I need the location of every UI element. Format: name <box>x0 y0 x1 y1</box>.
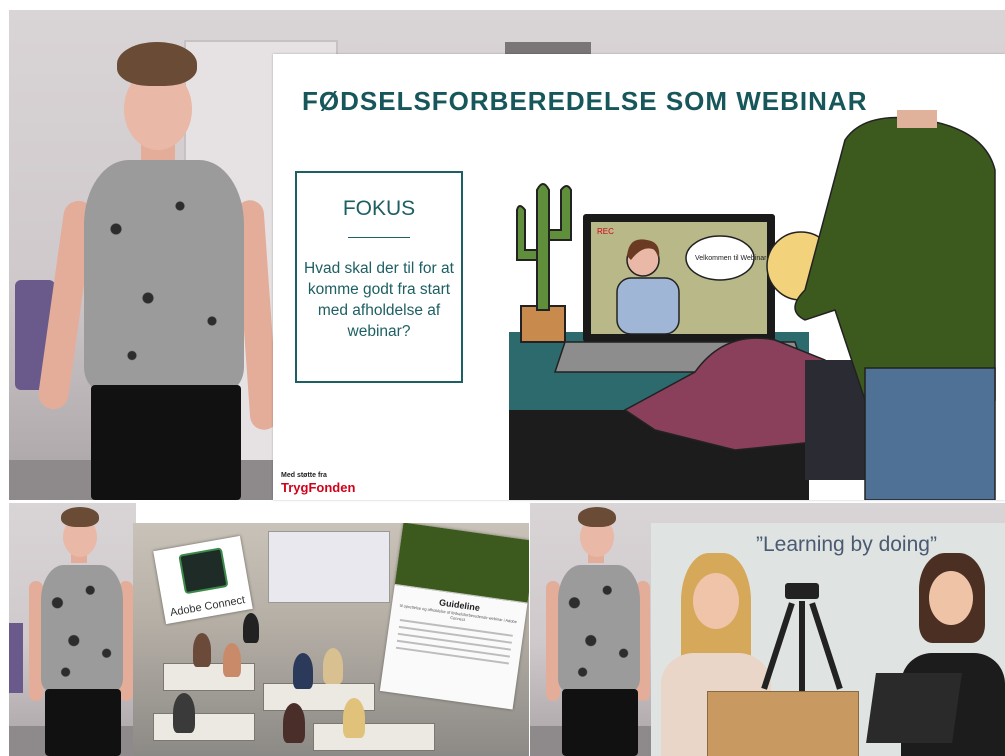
phone <box>785 583 819 599</box>
support-label: Med støtte fra <box>281 472 327 479</box>
man-torso <box>794 116 996 401</box>
presenter <box>538 503 655 756</box>
presenter-hair <box>578 507 616 527</box>
laptop <box>866 673 962 743</box>
attendee <box>283 703 305 743</box>
presenter-trousers <box>562 689 638 756</box>
tripod-leg <box>761 602 795 690</box>
focus-question: Hvad skal der til for at komme godt fra … <box>304 260 454 340</box>
bottom-right-video-frame: ”Learning by doing” <box>530 503 1005 756</box>
projection-screen <box>268 531 390 603</box>
speech-bubble-text: Velkommen til Webinaret <box>695 255 772 262</box>
attendee <box>323 648 343 684</box>
man-neck <box>897 110 937 128</box>
focus-divider <box>348 237 410 238</box>
participant-right-face <box>929 571 973 625</box>
screen-presenter-body <box>616 277 680 335</box>
learning-by-doing-photo: ”Learning by doing” <box>651 523 1005 756</box>
presenter <box>19 503 136 756</box>
participant-left-face <box>693 573 739 629</box>
presenter-leopard-top <box>558 565 640 691</box>
trygfonden-logo: TrygFonden <box>281 480 356 495</box>
attendee <box>173 693 195 733</box>
presenter-trousers <box>91 385 241 500</box>
guideline-document: Guideline til oprettelse og afholdelse a… <box>379 523 529 710</box>
tripod-leg <box>809 602 843 690</box>
attendee <box>293 653 313 689</box>
adobe-connect-label: Adobe Connect <box>169 594 246 620</box>
webinar-illustration: REC Velkommen til Webinaret <box>509 110 996 500</box>
attendee <box>243 613 259 643</box>
desk <box>313 723 435 751</box>
bottom-left-video-frame <box>9 503 136 756</box>
cactus <box>516 183 572 311</box>
presenter-leopard-top <box>41 565 123 691</box>
adobe-connect-card: Adobe Connect <box>153 535 253 625</box>
attendee <box>193 633 211 667</box>
rec-label: REC <box>597 227 614 236</box>
background-picture-frame <box>505 42 591 54</box>
presenter-leopard-top <box>84 160 244 390</box>
presentation-slide: FØDSELSFORBEREDELSE SOM WEBINAR FOKUS Hv… <box>273 54 1005 500</box>
cactus-pot <box>520 305 566 343</box>
tripod-phone <box>761 583 843 703</box>
adobe-connect-icon <box>178 547 229 595</box>
cardboard-box <box>707 691 859 756</box>
desk <box>153 713 255 741</box>
focus-box: FOKUS Hvad skal der til for at komme god… <box>295 171 463 383</box>
man-jeans <box>864 367 996 500</box>
presenter-hair <box>61 507 99 527</box>
presenter-hair <box>117 42 197 86</box>
presenter-trousers <box>45 689 121 756</box>
document-illustration <box>394 523 529 604</box>
presenter <box>29 30 289 500</box>
classroom-photo: Adobe Connect Guideline til oprettelse o… <box>133 523 529 756</box>
attendee <box>223 643 241 677</box>
attendee <box>343 698 365 738</box>
focus-heading: FOKUS <box>342 197 416 220</box>
desk <box>163 663 255 691</box>
tripod-leg <box>799 601 805 691</box>
